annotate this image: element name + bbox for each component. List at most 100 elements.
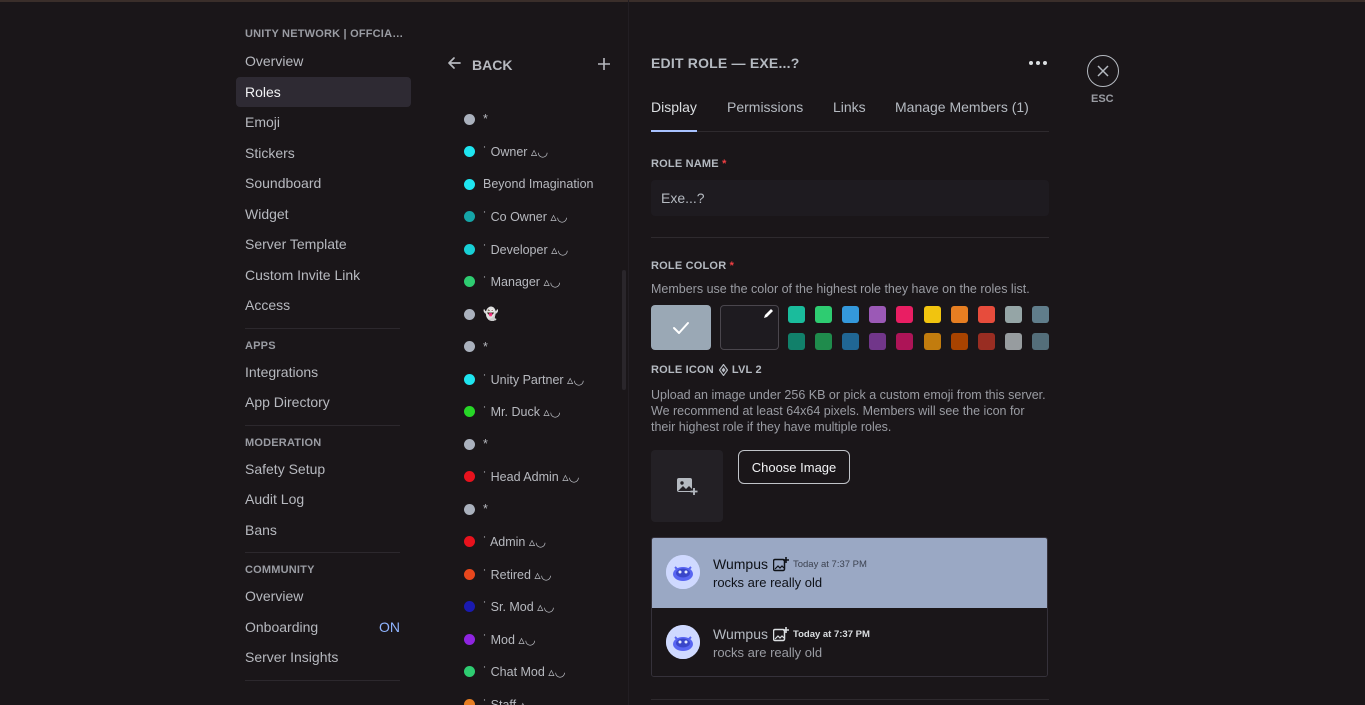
tab-permissions[interactable]: Permissions xyxy=(727,99,803,132)
role-name: ˙͏͏͏͏͏͏͏͏ Admin ▵◡ xyxy=(483,535,547,550)
sidebar-item-access[interactable]: Access xyxy=(236,290,411,321)
tab-links[interactable]: Links xyxy=(833,99,866,132)
color-swatch[interactable] xyxy=(950,306,968,323)
role-list-item[interactable]: 👻 xyxy=(464,298,624,331)
role-list-item[interactable]: ˙͏͏͏͏͏͏͏͏ Co Owner ▵◡ xyxy=(464,201,624,234)
color-swatch[interactable] xyxy=(869,333,887,350)
sidebar-item-emoji[interactable]: Emoji xyxy=(236,107,411,138)
color-swatch[interactable] xyxy=(788,306,805,323)
role-list-item[interactable]: ˙͏͏͏͏͏͏͏͏ Chat Mod ▵◡ xyxy=(464,656,624,689)
role-color-dot xyxy=(464,146,475,158)
sidebar-item-widget[interactable]: Widget xyxy=(236,199,411,230)
preview-author: Wumpus Today at 7:37 PM xyxy=(713,626,870,642)
server-name-header: UNITY NETWORK | OFFCIAL... xyxy=(245,28,406,40)
sidebar-item-integrations[interactable]: Integrations xyxy=(236,357,411,388)
color-swatch[interactable] xyxy=(923,306,941,323)
sidebar-item-server-insights[interactable]: Server Insights xyxy=(236,642,411,673)
color-swatch[interactable] xyxy=(950,333,968,350)
color-swatch[interactable] xyxy=(977,306,995,323)
custom-color-picker[interactable] xyxy=(720,305,779,350)
sidebar-item-app-directory[interactable]: App Directory xyxy=(236,387,411,418)
role-name: 👻 xyxy=(483,306,499,321)
role-color-dot xyxy=(464,243,475,255)
role-color-dot xyxy=(464,471,475,483)
role-color-dot xyxy=(464,503,475,515)
preview-author: Wumpus Today at 7:37 PM xyxy=(713,556,867,572)
role-color-help: Members use the color of the highest rol… xyxy=(651,282,1030,296)
preview-light-message: Wumpus Today at 7:37 PM rocks are really… xyxy=(652,538,1047,608)
preview-dark-message: Wumpus Today at 7:37 PM rocks are really… xyxy=(652,608,1047,676)
color-swatch[interactable] xyxy=(842,306,860,323)
preview-message: rocks are really old xyxy=(713,645,823,660)
color-swatch[interactable] xyxy=(788,333,805,350)
color-swatch[interactable] xyxy=(896,306,914,323)
role-list-item[interactable]: ˙͏͏͏͏͏͏͏͏ Staff ▵◡ xyxy=(464,688,624,705)
role-icon-upload[interactable] xyxy=(651,450,723,522)
color-swatch[interactable] xyxy=(1004,306,1022,323)
tab-manage-members[interactable]: Manage Members (1) xyxy=(895,99,1029,132)
role-list-item[interactable]: ˙͏͏͏͏͏͏͏͏ Sr. Mod ▵◡ xyxy=(464,591,624,624)
role-list-item[interactable]: * xyxy=(464,493,624,526)
role-list-item[interactable]: ˙͏͏͏͏͏͏͏͏ Unity Partner ▵◡ xyxy=(464,363,624,396)
role-list-item[interactable]: ˙͏͏͏͏͏͏͏͏ Manager ▵◡ xyxy=(464,266,624,299)
required-mark: * xyxy=(722,158,727,170)
role-list-item[interactable]: ˙͏͏͏͏͏͏͏͏ Retired ▵◡ xyxy=(464,558,624,591)
sidebar-divider xyxy=(245,424,400,426)
back-button[interactable]: BACK xyxy=(446,55,512,75)
sidebar-item-community-overview[interactable]: Overview xyxy=(236,581,411,612)
tab-display[interactable]: Display xyxy=(651,99,697,132)
color-swatch[interactable] xyxy=(977,333,995,350)
role-list-item[interactable]: ˙͏͏͏͏͏͏͏͏ Head Admin ▵◡ xyxy=(464,461,624,494)
role-list-item[interactable]: ˙͏͏͏͏͏͏͏͏ Owner ▵◡ xyxy=(464,136,624,169)
pencil-icon xyxy=(763,308,774,322)
preview-message: rocks are really old xyxy=(713,575,823,590)
sidebar-item-overview[interactable]: Overview xyxy=(236,46,411,77)
sidebar-item-soundboard[interactable]: Soundboard xyxy=(236,168,411,199)
plus-icon[interactable] xyxy=(598,53,610,76)
color-swatch[interactable] xyxy=(1031,333,1049,350)
role-list-item[interactable]: * xyxy=(464,103,624,136)
role-list-item[interactable]: ˙͏͏͏͏͏͏͏͏ Admin ▵◡ xyxy=(464,526,624,559)
choose-image-button[interactable]: Choose Image xyxy=(738,450,850,484)
sidebar-item-bans[interactable]: Bans xyxy=(236,515,411,546)
sidebar-item-audit-log[interactable]: Audit Log xyxy=(236,484,411,515)
color-swatch[interactable] xyxy=(869,306,887,323)
sidebar-item-safety-setup[interactable]: Safety Setup xyxy=(236,454,411,485)
color-swatch[interactable] xyxy=(815,306,833,323)
sidebar-item-stickers[interactable]: Stickers xyxy=(236,138,411,169)
sidebar-item-label: Onboarding xyxy=(245,618,319,635)
role-name: ˙͏͏͏͏͏͏͏͏ Manager ▵◡ xyxy=(483,275,561,290)
sidebar-item-roles[interactable]: Roles xyxy=(236,76,411,107)
role-color-dot xyxy=(464,438,475,450)
page-title: EDIT ROLE — EXE...? xyxy=(651,55,800,71)
role-name-label-text: ROLE NAME xyxy=(651,158,719,170)
role-name: ˙͏͏͏͏͏͏͏͏ Co Owner ▵◡ xyxy=(483,210,568,225)
sidebar-item-onboarding[interactable]: Onboarding ON xyxy=(236,612,411,643)
color-swatch[interactable] xyxy=(923,333,941,350)
color-swatch[interactable] xyxy=(1004,333,1022,350)
role-list-item[interactable]: * xyxy=(464,428,624,461)
close-button[interactable] xyxy=(1087,55,1119,87)
color-swatch[interactable] xyxy=(842,333,860,350)
section-divider xyxy=(651,699,1049,700)
role-list-item[interactable]: ˙͏͏͏͏͏͏͏͏ Developer ▵◡ xyxy=(464,233,624,266)
roles-scrollbar[interactable] xyxy=(622,270,626,390)
color-swatch[interactable] xyxy=(1031,306,1049,323)
role-name: ˙͏͏͏͏͏͏͏͏ Head Admin ▵◡ xyxy=(483,470,580,485)
role-name-label: ROLE NAME * xyxy=(651,158,727,170)
role-color-dot xyxy=(464,536,475,548)
role-list-item[interactable]: Beyond Imagination xyxy=(464,168,624,201)
roles-list: * ˙͏͏͏͏͏͏͏͏ Owner ▵◡ Beyond Imagination ˙͏͏… xyxy=(464,103,624,705)
color-swatch[interactable] xyxy=(815,333,833,350)
default-color-swatch[interactable] xyxy=(651,305,711,350)
sidebar-item-custom-invite-link[interactable]: Custom Invite Link xyxy=(236,260,411,291)
role-list-item[interactable]: ˙͏͏͏͏͏͏͏͏ Mr. Duck ▵◡ xyxy=(464,396,624,429)
role-list-item[interactable]: ˙͏͏͏͏͏͏͏͏ Mod ▵◡ xyxy=(464,623,624,656)
role-list-item[interactable]: * xyxy=(464,331,624,364)
role-name: ˙͏͏͏͏͏͏͏͏ Retired ▵◡ xyxy=(483,567,552,582)
more-dots-icon[interactable] xyxy=(1028,50,1048,71)
color-swatch[interactable] xyxy=(896,333,914,350)
role-name-input[interactable] xyxy=(651,180,1049,216)
role-icon-help: Upload an image under 256 KB or pick a c… xyxy=(651,388,1046,434)
sidebar-item-server-template[interactable]: Server Template xyxy=(236,229,411,260)
